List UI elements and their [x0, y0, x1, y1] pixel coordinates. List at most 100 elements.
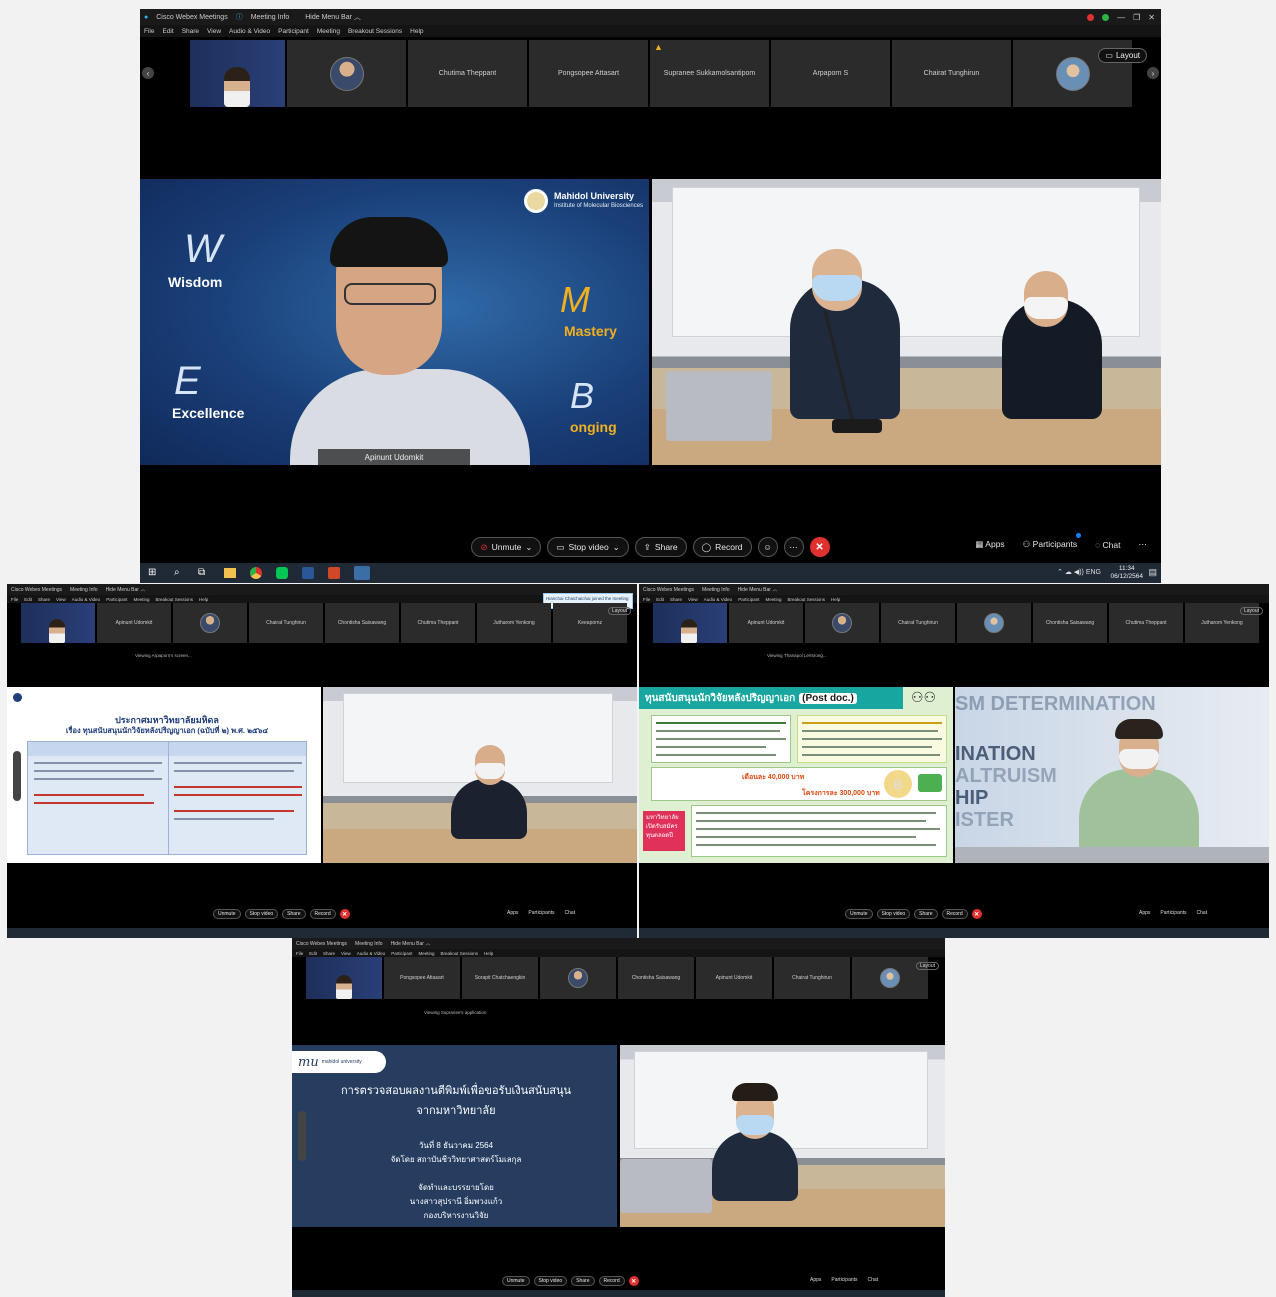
menu-breakout-sessions[interactable]: Breakout Sessions	[787, 597, 825, 602]
menu-meeting[interactable]: Meeting	[317, 28, 340, 35]
chat-button[interactable]: Chat	[1197, 910, 1208, 916]
participant-tile[interactable]: Apinunt Udomkit	[97, 603, 171, 643]
record-button[interactable]: ◯ Record	[692, 537, 752, 557]
participant-tile[interactable]: Jutharom Yenkong	[477, 603, 551, 643]
participants-button[interactable]: Participants	[528, 910, 554, 916]
record-button[interactable]: Record	[598, 1276, 625, 1286]
participant-tile[interactable]	[173, 603, 247, 643]
menu-share[interactable]: Share	[323, 951, 335, 956]
menu-audio-video[interactable]: Audio & Video	[229, 28, 270, 35]
menu-view[interactable]: View	[341, 951, 351, 956]
menu-edit[interactable]: Edit	[162, 28, 173, 35]
participant-tile[interactable]: Pongsopee Attasart	[529, 40, 648, 107]
share-button[interactable]: Share	[914, 909, 938, 919]
participant-tile[interactable]: Sorapit Chatchaengkin	[462, 957, 538, 999]
participant-tile-self[interactable]	[306, 957, 382, 999]
apps-button[interactable]: ▦ Apps	[975, 539, 1004, 550]
menu-file[interactable]: File	[144, 28, 154, 35]
menu-meeting[interactable]: Meeting	[133, 597, 149, 602]
hide-menu-bar-button[interactable]: Hide Menu Bar ︿	[305, 12, 361, 22]
menu-share[interactable]: Share	[182, 28, 199, 35]
unmute-button[interactable]: ⊘ Unmute ⌄	[471, 537, 542, 557]
menu-view[interactable]: View	[56, 597, 66, 602]
meeting-info-link[interactable]: Meeting Info	[251, 14, 290, 21]
annotation-toolbar[interactable]	[298, 1111, 306, 1161]
share-button[interactable]: Share	[571, 1276, 595, 1286]
share-button[interactable]: Share	[282, 909, 306, 919]
menu-meeting[interactable]: Meeting	[765, 597, 781, 602]
task-view-icon[interactable]: ⧉	[198, 567, 205, 578]
annotation-toolbar[interactable]	[13, 751, 21, 801]
menu-help[interactable]: Help	[484, 951, 493, 956]
layout-button[interactable]: Layout	[915, 962, 939, 970]
start-icon[interactable]: ⊞	[148, 567, 156, 578]
participant-tile[interactable]: Chairat Tunghirun	[774, 957, 850, 999]
participant-tile[interactable]: Apinunt Udomkit	[696, 957, 772, 999]
meeting-info-link[interactable]: Meeting Info	[355, 941, 383, 947]
layout-button[interactable]: Layout	[1239, 607, 1263, 615]
hide-menu-bar-button[interactable]: Hide Menu Bar ︿	[391, 940, 431, 947]
restore-button[interactable]: ❐	[1133, 13, 1140, 22]
participant-tile[interactable]: Chairat Tunghirun	[249, 603, 323, 643]
menu-breakout-sessions[interactable]: Breakout Sessions	[155, 597, 193, 602]
participant-tile[interactable]: Arpaporn S	[771, 40, 890, 107]
menu-participant[interactable]: Participant	[391, 951, 412, 956]
hide-menu-bar-button[interactable]: Hide Menu Bar ︿	[738, 586, 778, 593]
apps-button[interactable]: Apps	[1139, 910, 1150, 916]
menu-view[interactable]: View	[207, 28, 221, 35]
participant-tile[interactable]: Chutima Theppant	[408, 40, 527, 107]
reactions-button[interactable]: ☺	[757, 537, 778, 557]
leave-meeting-button[interactable]: ✕	[971, 909, 982, 919]
participant-tile[interactable]: Chutima Theppant	[1109, 603, 1183, 643]
record-button[interactable]: Record	[941, 909, 968, 919]
leave-meeting-button[interactable]: ✕	[339, 909, 350, 919]
menu-file[interactable]: File	[296, 951, 303, 956]
menu-audio-video[interactable]: Audio & Video	[72, 597, 100, 602]
file-explorer-icon[interactable]	[224, 568, 236, 578]
hide-menu-bar-button[interactable]: Hide Menu Bar ︿	[106, 586, 146, 593]
search-icon[interactable]: ⌕	[174, 567, 180, 578]
leave-meeting-button[interactable]: ✕	[628, 1276, 639, 1286]
chat-button[interactable]: Chat	[565, 910, 576, 916]
participants-button[interactable]: Participants	[831, 1277, 857, 1283]
participant-tile[interactable]: Chontisha Saisawang	[325, 603, 399, 643]
participant-tile[interactable]	[957, 603, 1031, 643]
participant-tile-self[interactable]	[21, 603, 95, 643]
menu-view[interactable]: View	[688, 597, 698, 602]
menu-file[interactable]: File	[11, 597, 18, 602]
line-app-icon[interactable]	[276, 567, 288, 579]
word-icon[interactable]	[302, 567, 314, 579]
participant-tile[interactable]: ▲ Supranee Sukkamolsantipom	[650, 40, 769, 107]
unmute-button[interactable]: Unmute	[213, 909, 241, 919]
stop-video-button[interactable]: Stop video	[533, 1276, 568, 1286]
meeting-info-link[interactable]: Meeting Info	[702, 587, 730, 593]
share-button[interactable]: ⇪ Share	[634, 537, 687, 557]
layout-button[interactable]: Layout	[607, 607, 631, 615]
chat-button[interactable]: ◌ Chat	[1095, 540, 1120, 550]
menu-help[interactable]: Help	[410, 28, 423, 35]
strip-next-button[interactable]: ›	[1147, 67, 1159, 79]
menu-help[interactable]: Help	[199, 597, 208, 602]
participants-button[interactable]: ⚇ Participants	[1023, 533, 1082, 550]
menu-breakout-sessions[interactable]: Breakout Sessions	[348, 28, 402, 35]
menu-share[interactable]: Share	[38, 597, 50, 602]
menu-file[interactable]: File	[643, 597, 650, 602]
menu-participant[interactable]: Participant	[106, 597, 127, 602]
unmute-button[interactable]: Unmute	[845, 909, 873, 919]
chat-button[interactable]: Chat	[868, 1277, 879, 1283]
participant-tile[interactable]: Chontisha Saisawang	[618, 957, 694, 999]
unmute-button[interactable]: Unmute	[502, 1276, 530, 1286]
menu-audio-video[interactable]: Audio & Video	[704, 597, 732, 602]
more-options-button[interactable]: ⋯	[783, 537, 804, 557]
participant-tile-self[interactable]	[653, 603, 727, 643]
participant-tile[interactable]	[287, 40, 406, 107]
menu-share[interactable]: Share	[670, 597, 682, 602]
record-button[interactable]: Record	[309, 909, 336, 919]
powerpoint-icon[interactable]	[328, 567, 340, 579]
participant-tile[interactable]	[805, 603, 879, 643]
close-button[interactable]: ✕	[1148, 13, 1155, 22]
participant-tile[interactable]: Chutima Theppant	[401, 603, 475, 643]
layout-button[interactable]: ▭ Layout	[1098, 48, 1147, 63]
leave-meeting-button[interactable]: ✕	[809, 537, 830, 557]
chrome-icon[interactable]	[250, 567, 262, 579]
